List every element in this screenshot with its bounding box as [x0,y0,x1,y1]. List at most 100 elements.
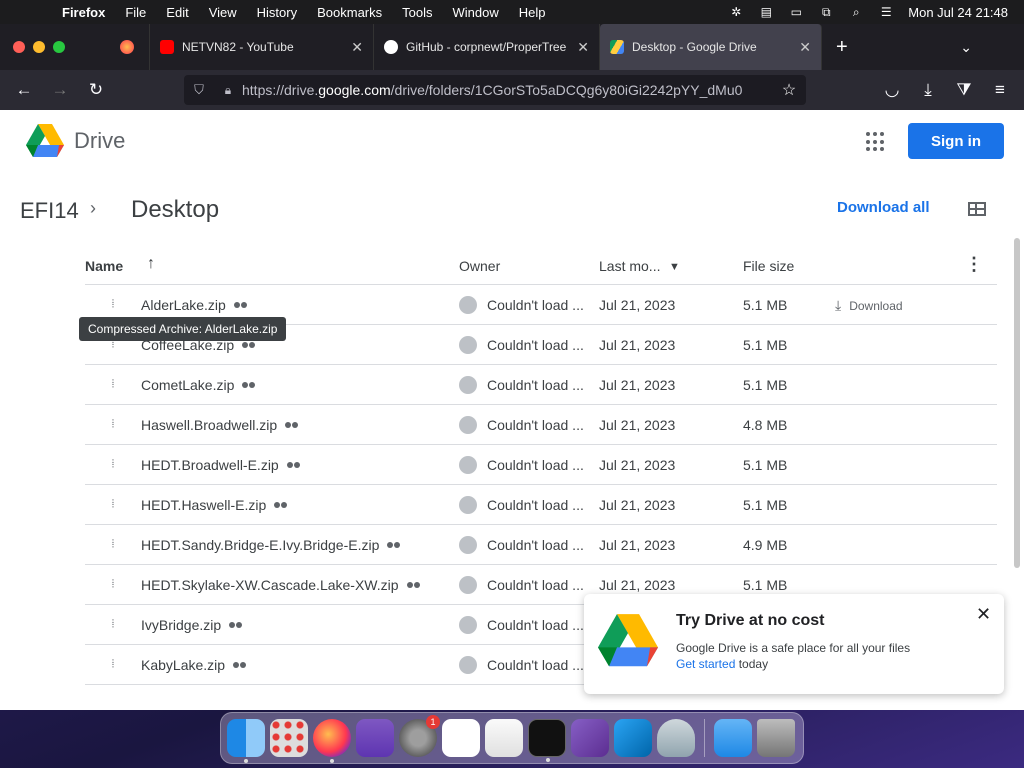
column-name[interactable]: Name [85,258,123,274]
promo-cta-line: Get started today [676,657,768,671]
menu-help[interactable]: Help [509,5,556,20]
close-tab-icon[interactable]: ✕ [351,39,363,56]
system-settings-icon[interactable]: 1 [399,715,440,757]
control-center-icon[interactable]: ☰ [878,6,894,18]
table-row[interactable]: ⦙ HEDT.Broadwell-E.zip Couldn't load ... Ju… [85,445,997,485]
textedit-icon[interactable] [485,719,523,757]
menu-edit[interactable]: Edit [156,5,198,20]
launchpad-icon[interactable] [270,719,308,757]
file-name[interactable]: HEDT.Broadwell-E.zip [141,457,301,473]
lock-icon[interactable]: 🔒︎ [214,83,242,98]
window-controls [0,41,110,53]
column-last-modified[interactable]: Last mo... [599,258,660,274]
tab-github[interactable]: GitHub - corpnewt/ProperTree: ✕ [374,24,600,70]
reload-icon[interactable]: ↻ [78,80,114,100]
sort-arrow-up-icon[interactable]: ↑ [147,255,155,273]
url-text[interactable]: https://drive.google.com/drive/folders/1… [242,82,772,98]
forward-arrow-icon[interactable]: → [42,80,78,100]
google-apps-icon[interactable] [866,132,886,152]
page-title[interactable]: Desktop [131,196,219,224]
list-all-tabs-icon[interactable]: ⌄ [960,39,972,56]
owner-text: Couldn't load ... [487,377,584,393]
battery-status-icon[interactable]: ▭ [788,6,804,18]
freeform-icon[interactable] [442,719,480,757]
menu-file[interactable]: File [115,5,156,20]
screen-mirroring-icon[interactable]: ⧉ [818,6,834,18]
extensions-icon[interactable]: ⧩ [946,80,982,100]
minimize-window-button[interactable] [33,41,45,53]
tab-youtube[interactable]: NETVN82 - YouTube ✕ [150,24,374,70]
file-name[interactable]: KabyLake.zip [141,657,247,673]
back-arrow-icon[interactable]: ← [6,80,42,100]
downloads-icon[interactable]: ⤓ [910,80,946,100]
close-tab-icon[interactable]: ✕ [577,39,589,56]
bookmark-star-icon[interactable]: ☆ [772,80,806,100]
firefox-view-tab[interactable] [110,24,150,70]
google-drive-page: Drive Sign in EFI14 › Desktop Download a… [0,110,1024,710]
address-bar[interactable]: ⛉ 🔒︎ https://drive.google.com/drive/fold… [184,75,806,105]
more-options-icon[interactable]: ⋮ [965,254,983,275]
table-row[interactable]: ⦙ HEDT.Sandy.Bridge-E.Ivy.Bridge-E.zip Cou… [85,525,997,565]
get-started-link[interactable]: Get started [676,657,735,671]
menu-bookmarks[interactable]: Bookmarks [307,5,392,20]
table-row[interactable]: ⦙ CometLake.zip Couldn't load ... Jul 21, 2… [85,365,997,405]
file-name[interactable]: CometLake.zip [141,377,256,393]
close-promo-icon[interactable]: ✕ [976,604,991,625]
rocket-app-icon[interactable] [657,719,695,757]
table-row[interactable]: ⦙ Haswell.Broadwell.zip Couldn't load ... J… [85,405,997,445]
owner-text: Couldn't load ... [487,577,584,593]
owner-text: Couldn't load ... [487,417,584,433]
hamburger-menu-icon[interactable]: ≡ [982,80,1018,100]
shield-icon[interactable]: ⛉ [184,82,214,98]
owner-text: Couldn't load ... [487,337,584,353]
shared-icon [242,342,256,351]
spotlight-search-icon[interactable]: ⌕ [848,6,864,18]
trash-icon[interactable] [757,719,795,757]
app-store-purple-icon[interactable] [356,719,394,757]
vscode-icon[interactable] [614,719,652,757]
tab-google-drive[interactable]: Desktop - Google Drive ✕ [600,24,822,70]
file-table-header: Name ↑ Owner Last mo... ▼ File size ⋮ [85,250,997,285]
row-download-button[interactable]: ⤓ Download [835,297,903,314]
download-all-button[interactable]: Download all [837,199,930,216]
scrollbar[interactable] [1014,238,1020,568]
zoom-window-button[interactable] [53,41,65,53]
zip-file-icon: ⦙ [111,618,115,630]
dock: 1 [220,712,804,764]
menu-tools[interactable]: Tools [392,5,442,20]
terminal-icon[interactable] [528,719,566,762]
close-window-button[interactable] [13,41,25,53]
menu-history[interactable]: History [247,5,307,20]
shared-icon [406,582,421,591]
close-tab-icon[interactable]: ✕ [799,39,811,56]
file-name[interactable]: HEDT.Skylake-XW.Cascade.Lake-XW.zip [141,577,421,593]
file-name[interactable]: Haswell.Broadwell.zip [141,417,299,433]
new-tab-icon[interactable]: + [836,36,848,59]
visual-studio-icon[interactable] [571,719,609,757]
file-name[interactable]: HEDT.Haswell-E.zip [141,497,288,513]
pocket-icon[interactable]: ◡ [874,80,910,100]
menu-app-name[interactable]: Firefox [52,5,115,20]
firefox-dock-icon[interactable] [313,719,351,763]
sign-in-button[interactable]: Sign in [908,123,1004,159]
menu-view[interactable]: View [199,5,247,20]
downloads-folder-icon[interactable] [714,719,752,757]
zip-file-icon: ⦙ [111,538,115,550]
menu-window[interactable]: Window [443,5,509,20]
gear-status-icon[interactable]: ✲ [728,6,744,18]
file-name[interactable]: HEDT.Sandy.Bridge-E.Ivy.Bridge-E.zip [141,537,401,553]
drive-logo[interactable]: Drive [26,124,125,158]
download-label: Download [849,299,903,313]
clock[interactable]: Mon Jul 24 21:48 [908,5,1008,20]
keyboard-status-icon[interactable]: ▤ [758,6,774,18]
promo-card: Try Drive at no cost Google Drive is a s… [584,594,1004,694]
grid-view-icon[interactable] [968,202,986,216]
file-name[interactable]: IvyBridge.zip [141,617,243,633]
url-path: /drive/folders/1CGorSTo5aDCQg6y80iGi2242… [390,82,743,98]
table-row[interactable]: ⦙ HEDT.Haswell-E.zip Couldn't load ... Jul … [85,485,997,525]
breadcrumb-parent[interactable]: EFI14 [20,198,79,224]
finder-icon[interactable] [227,719,265,763]
sort-arrow-down-icon[interactable]: ▼ [669,261,680,273]
file-name[interactable]: AlderLake.zip [141,297,248,313]
owner-text: Couldn't load ... [487,497,584,513]
